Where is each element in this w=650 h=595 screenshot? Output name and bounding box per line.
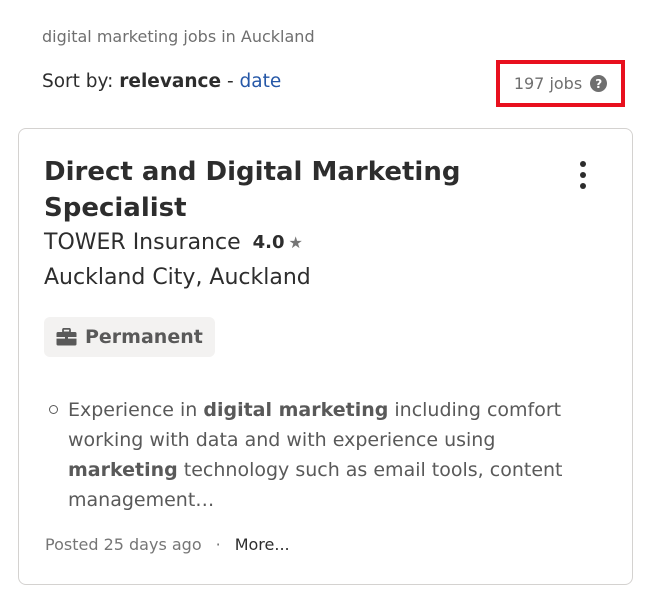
job-location: Auckland City, Auckland [44,265,311,290]
job-type-label: Permanent [85,326,203,348]
sort-option-relevance: relevance [119,71,222,92]
more-options-icon[interactable] [571,157,595,193]
search-query-label: digital marketing jobs in Auckland [42,27,315,46]
sort-option-date-link[interactable]: date [240,71,282,92]
sort-separator: - [226,71,234,92]
briefcase-icon [56,328,77,346]
job-card[interactable]: Direct and Digital Marketing Specialist … [18,128,633,585]
snippet-highlight: marketing [68,459,178,481]
job-count-highlight: 197 jobs ? [496,60,625,107]
job-type-tag: Permanent [44,317,215,357]
footer-separator: · [215,535,221,554]
job-title[interactable]: Direct and Digital Marketing Specialist [44,154,514,226]
kebab-dot [580,172,586,178]
company-name[interactable]: TOWER Insurance [44,230,241,255]
sort-row: Sort by: relevance - date [42,71,281,92]
snippet-text: Experience in digital marketing includin… [68,395,594,515]
snippet-part: Experience in [68,399,204,421]
job-count: 197 jobs [513,74,583,93]
sort-prefix: Sort by: [42,71,114,92]
more-link[interactable]: More... [235,535,290,554]
star-icon: ★ [288,233,303,252]
help-icon[interactable]: ? [590,75,608,92]
job-snippet: Experience in digital marketing includin… [49,395,594,515]
rating-value: 4.0 [252,232,285,253]
kebab-dot [580,161,586,167]
card-footer: Posted 25 days ago · More... [45,535,290,554]
bullet-icon [49,405,58,414]
kebab-dot [580,183,586,189]
posted-date: Posted 25 days ago [45,535,202,554]
company-row: TOWER Insurance 4.0 ★ [44,230,303,255]
company-rating[interactable]: 4.0 ★ [253,232,303,253]
snippet-highlight: digital marketing [203,399,389,421]
